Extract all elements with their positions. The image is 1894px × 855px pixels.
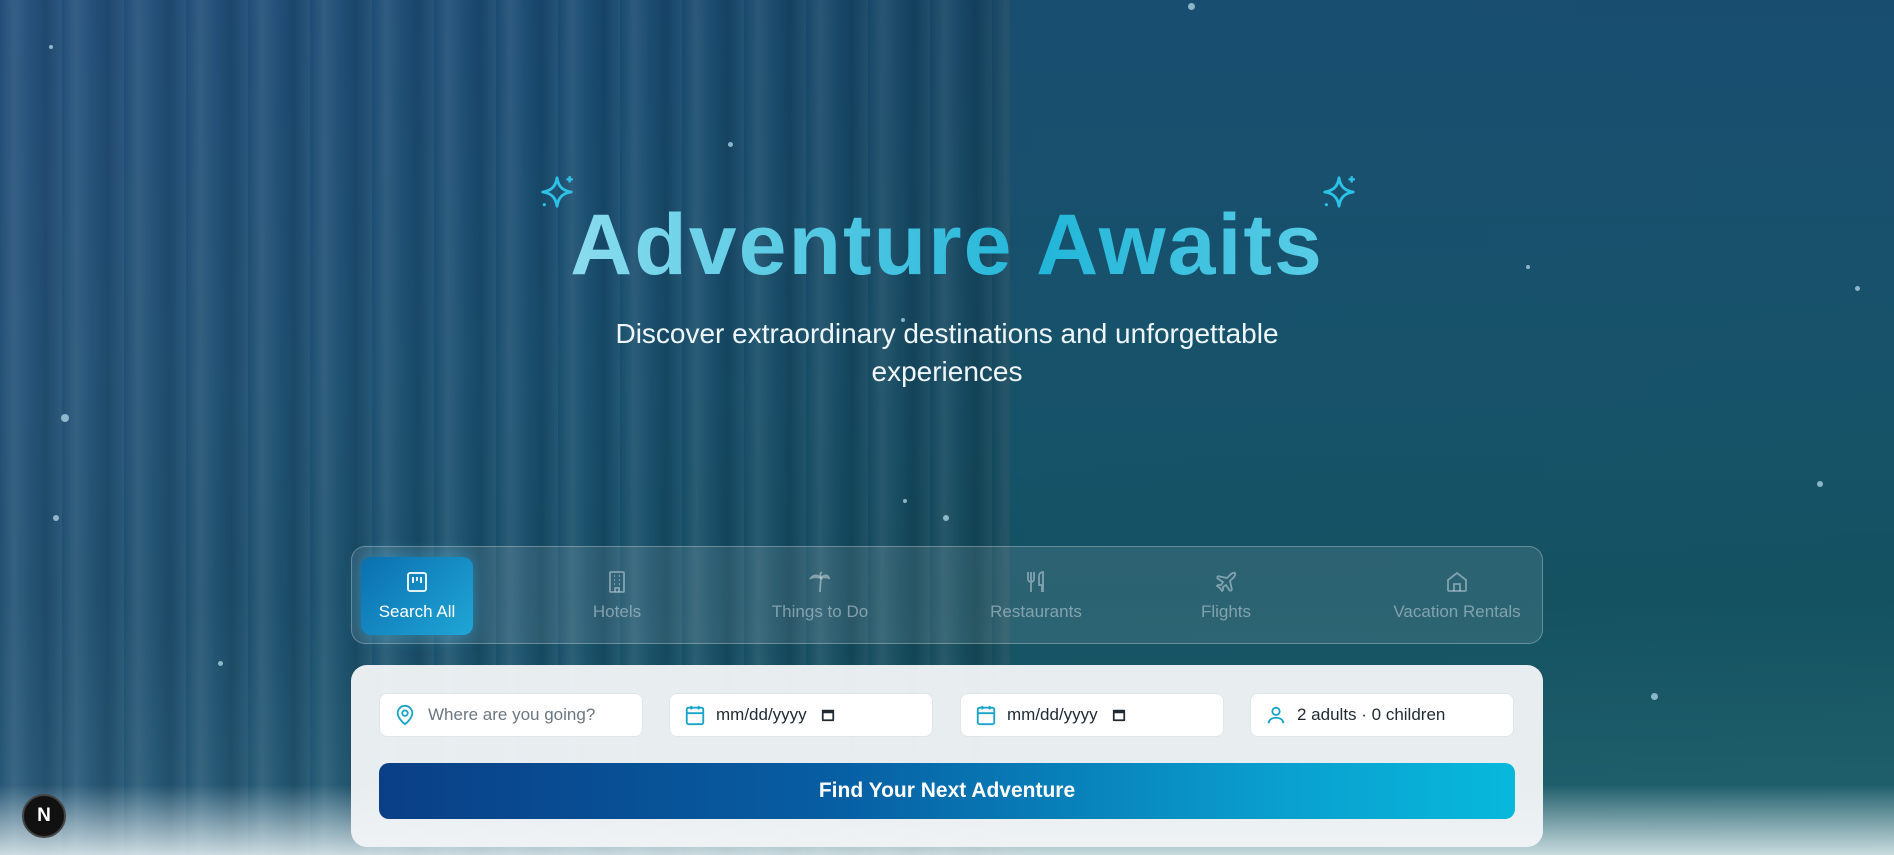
hero-title: Adventure Awaits <box>0 195 1894 295</box>
utensils-icon <box>1027 571 1044 592</box>
building-icon <box>609 571 625 593</box>
tab-things-to-do[interactable]: Things to Do <box>750 557 890 635</box>
hero: Adventure Awaits Discover extraordinary … <box>0 195 1894 391</box>
particle <box>53 515 59 521</box>
tab-label: Restaurants <box>990 602 1082 621</box>
calendar-picker-icon[interactable] <box>821 708 835 722</box>
particle <box>1817 481 1823 487</box>
tab-hotels[interactable]: Hotels <box>552 557 682 635</box>
calendar-icon <box>685 705 705 726</box>
calendar-picker-icon[interactable] <box>1112 708 1126 722</box>
tab-label: Search All <box>378 602 456 621</box>
framework-badge[interactable]: N <box>22 794 66 838</box>
guests-field[interactable]: 2 adults · 0 children <box>1250 693 1514 737</box>
plane-icon <box>1215 571 1237 593</box>
tab-search-all[interactable]: Search All <box>361 557 473 635</box>
tab-flights[interactable]: Flights <box>1178 557 1274 635</box>
tab-restaurants[interactable]: Restaurants <box>970 557 1102 635</box>
search-all-icon <box>407 572 427 592</box>
particle <box>728 142 733 147</box>
particle <box>1188 3 1195 10</box>
home-icon <box>1447 571 1467 592</box>
checkin-value: mm/dd/yyyy <box>716 705 807 724</box>
particle <box>49 45 53 49</box>
particle <box>1651 693 1658 700</box>
tab-vacation-rentals[interactable]: Vacation Rentals <box>1382 557 1532 635</box>
guests-value: 2 adults · 0 children <box>1297 705 1446 724</box>
user-icon <box>1267 706 1285 724</box>
checkout-value: mm/dd/yyyy <box>1007 705 1098 724</box>
destination-input[interactable] <box>426 704 630 726</box>
particle <box>903 499 907 503</box>
checkout-field[interactable]: mm/dd/yyyy <box>960 693 1224 737</box>
tab-label: Vacation Rentals <box>1393 602 1521 621</box>
destination-field[interactable] <box>379 693 643 737</box>
particle <box>943 515 949 521</box>
checkin-field[interactable]: mm/dd/yyyy <box>669 693 933 737</box>
category-tabs: Search All Hotels Things to Do Restauran… <box>351 546 1543 644</box>
particle <box>61 414 69 422</box>
palm-tree-icon <box>808 571 831 593</box>
hero-subtitle: Discover extraordinary destinations and … <box>615 318 1279 387</box>
calendar-icon <box>976 705 996 726</box>
tab-label: Hotels <box>592 602 642 621</box>
map-pin-icon <box>396 704 414 726</box>
tab-label: Flights <box>1200 602 1252 621</box>
particle <box>218 661 223 666</box>
search-panel: mm/dd/yyyy mm/dd/yyyy 2 adults · 0 child… <box>351 665 1543 847</box>
tab-label: Things to Do <box>771 602 869 621</box>
find-adventure-button[interactable]: Find Your Next Adventure <box>379 763 1515 819</box>
